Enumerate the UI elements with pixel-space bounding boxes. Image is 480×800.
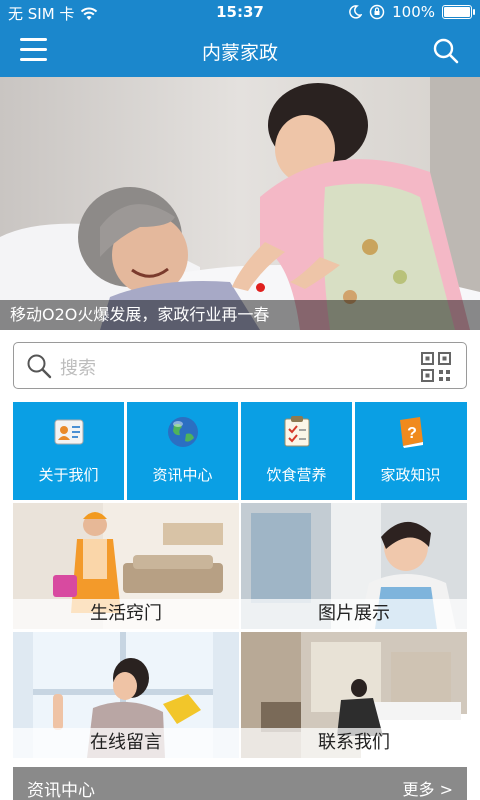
header: 无 SIM 卡 15:37 100% 内蒙家政 xyxy=(0,0,480,77)
status-right: 100% xyxy=(348,3,475,21)
grid-label: 图片展示 xyxy=(241,599,467,629)
grid-contact-us[interactable]: 联系我们 xyxy=(241,632,467,758)
banner-caption: 移动O2O火爆发展，家政行业再一春 xyxy=(0,300,480,330)
grid-label: 在线留言 xyxy=(13,728,239,758)
more-link[interactable]: 更多 > xyxy=(403,776,454,800)
globe-icon xyxy=(168,417,198,447)
quick-nav-tiles: 关于我们 资讯中心 饮食营养 ? 家政知识 xyxy=(13,402,467,500)
tile-label: 饮食营养 xyxy=(266,466,327,484)
tile-label: 资讯中心 xyxy=(152,466,213,484)
svg-text:?: ? xyxy=(407,425,417,442)
tile-news-center[interactable]: 资讯中心 xyxy=(127,402,238,500)
grid-photo-gallery[interactable]: 图片展示 xyxy=(241,503,467,629)
checklist-icon xyxy=(284,416,310,447)
moon-icon xyxy=(349,5,363,19)
carousel-indicator-active[interactable] xyxy=(256,283,265,292)
tile-label: 关于我们 xyxy=(38,466,99,484)
search-input[interactable]: 搜索 xyxy=(60,354,96,380)
status-bar: 无 SIM 卡 15:37 100% xyxy=(0,0,480,26)
navbar: 内蒙家政 xyxy=(0,26,480,77)
banner-image xyxy=(0,77,480,330)
tile-housekeeping-knowledge[interactable]: ? 家政知识 xyxy=(355,402,467,500)
grid-online-message[interactable]: 在线留言 xyxy=(13,632,239,758)
banner-carousel[interactable]: 移动O2O火爆发展，家政行业再一春 xyxy=(0,77,480,330)
news-section-title: 资讯中心 xyxy=(27,781,95,800)
battery-fill xyxy=(444,7,470,17)
grid-life-tips[interactable]: 生活窍门 xyxy=(13,503,239,629)
tile-label: 家政知识 xyxy=(380,466,441,484)
grid-label: 生活窍门 xyxy=(13,599,239,629)
search-button[interactable] xyxy=(432,37,460,65)
rotation-lock-icon xyxy=(369,4,385,20)
qr-scan-icon[interactable] xyxy=(420,351,452,383)
search-bar[interactable]: 搜索 xyxy=(13,342,467,389)
grid-label: 联系我们 xyxy=(241,728,467,758)
search-icon xyxy=(27,354,52,379)
page-title: 内蒙家政 xyxy=(201,42,278,64)
battery-icon xyxy=(442,5,475,19)
news-section-header: 资讯中心 更多 > xyxy=(13,767,467,800)
battery-percent: 100% xyxy=(392,3,435,21)
contact-card-icon xyxy=(54,419,84,445)
help-book-icon: ? xyxy=(400,417,423,448)
tile-about-us[interactable]: 关于我们 xyxy=(13,402,124,500)
tile-diet-nutrition[interactable]: 饮食营养 xyxy=(241,402,352,500)
search-icon xyxy=(433,38,459,64)
